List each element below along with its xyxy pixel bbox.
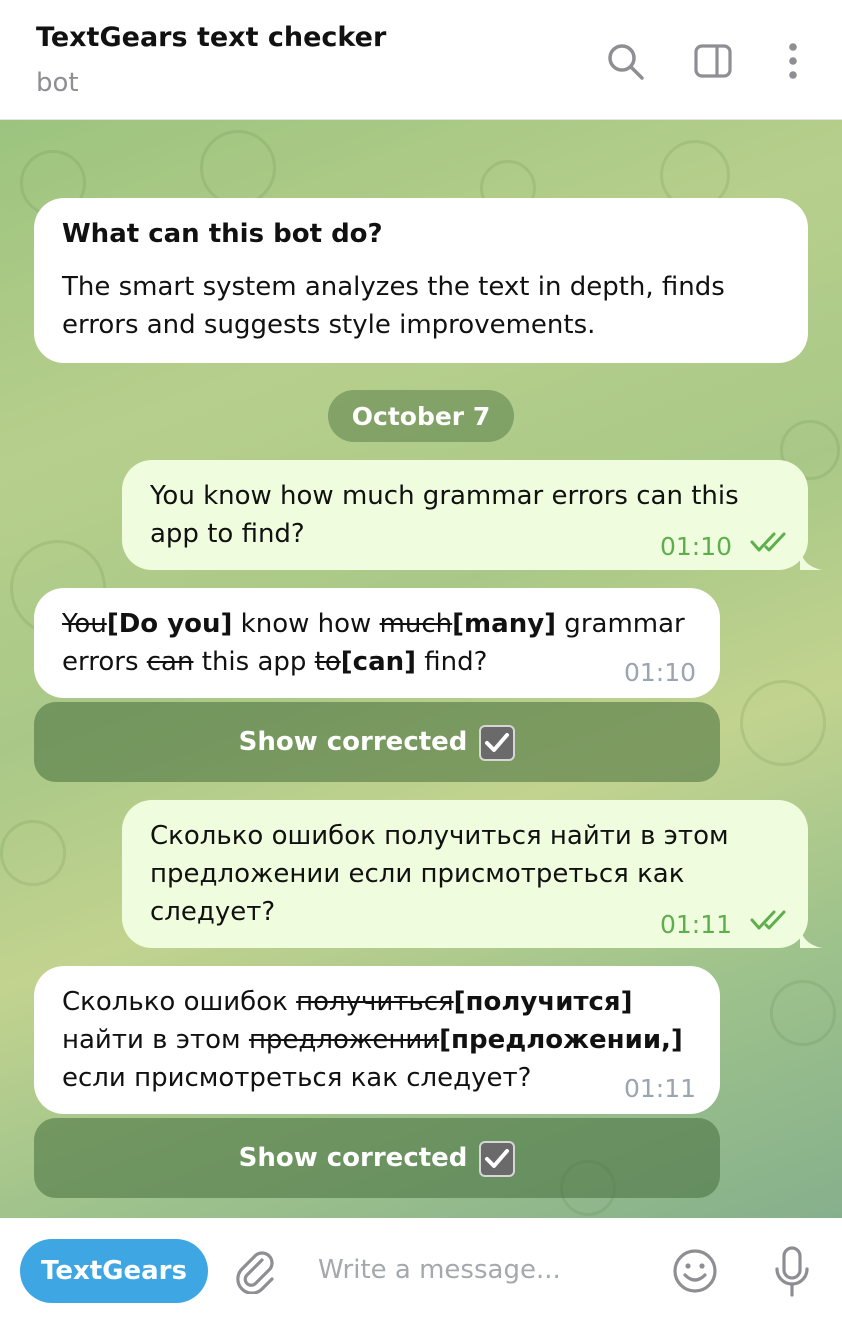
outgoing-message[interactable]: You know how much grammar errors can thi…: [122, 460, 822, 570]
show-corrected-button[interactable]: Show corrected: [34, 702, 720, 782]
outgoing-message[interactable]: Сколько ошибок получиться найти в этом п…: [122, 800, 822, 948]
checkbox-checked-icon: [479, 1141, 516, 1177]
double-check-icon: [750, 532, 786, 552]
suggested-word: [many]: [452, 609, 557, 639]
removed-word: You: [62, 609, 107, 639]
background-doodle: [0, 820, 66, 886]
bot-intro-card: What can this bot do? The smart system a…: [34, 198, 808, 363]
bot-intro-heading: What can this bot do?: [62, 219, 383, 249]
removed-word: получиться: [296, 987, 454, 1017]
sidebar-toggle-icon[interactable]: [690, 38, 736, 84]
double-check-icon: [750, 910, 786, 930]
text-segment: Сколько ошибок: [62, 987, 297, 1017]
emoji-icon[interactable]: [670, 1246, 720, 1296]
text-segment: know how: [232, 609, 380, 639]
suggested-word: [can]: [340, 647, 417, 677]
removed-word: can: [146, 647, 194, 677]
attach-icon[interactable]: [232, 1248, 280, 1296]
suggested-word: [получится]: [453, 987, 633, 1017]
bot-intro-body: The smart system analyzes the text in de…: [62, 272, 725, 340]
text-segment: если присмотреться как следует?: [62, 1063, 532, 1093]
bubble-tail: [800, 926, 822, 948]
show-corrected-label: Show corrected: [238, 1143, 468, 1173]
message-time: 01:10: [624, 658, 697, 687]
text-segment: найти в этом: [62, 1025, 249, 1055]
corrected-text: You[Do you] know how much[many] grammar …: [62, 605, 692, 681]
show-corrected-button[interactable]: Show corrected: [34, 1118, 720, 1198]
removed-word: to: [314, 647, 341, 677]
message-composer: TextGears: [0, 1218, 842, 1322]
suggested-word: [предложении,]: [439, 1025, 683, 1055]
microphone-icon[interactable]: [768, 1244, 816, 1300]
date-separator: October 7: [328, 390, 514, 442]
chat-subtitle: bot: [36, 68, 79, 98]
text-segment: this app: [193, 647, 315, 677]
chat-header: TextGears text checker bot: [0, 0, 842, 120]
bot-menu-button[interactable]: TextGears: [20, 1239, 208, 1303]
suggested-word: [Do you]: [106, 609, 233, 639]
incoming-message[interactable]: Сколько ошибок получиться[получится] най…: [34, 966, 720, 1114]
removed-word: предложении: [248, 1025, 440, 1055]
incoming-message[interactable]: You[Do you] know how much[many] grammar …: [34, 588, 720, 698]
message-time: 01:10: [660, 532, 733, 561]
text-segment: find?: [416, 647, 488, 677]
more-options-icon[interactable]: [770, 38, 816, 84]
background-doodle: [200, 130, 276, 206]
background-doodle: [770, 980, 836, 1046]
checkbox-checked-icon: [479, 725, 516, 761]
background-doodle: [740, 680, 826, 766]
bubble-tail: [800, 548, 822, 570]
removed-word: much: [379, 609, 453, 639]
message-time: 01:11: [624, 1074, 697, 1103]
chat-area[interactable]: What can this bot do? The smart system a…: [0, 120, 842, 1218]
search-icon[interactable]: [602, 38, 648, 84]
message-time: 01:11: [660, 910, 733, 939]
message-input[interactable]: [318, 1248, 638, 1292]
chat-title[interactable]: TextGears text checker: [36, 22, 386, 53]
corrected-text: Сколько ошибок получиться[получится] най…: [62, 983, 692, 1097]
show-corrected-label: Show corrected: [238, 727, 468, 757]
